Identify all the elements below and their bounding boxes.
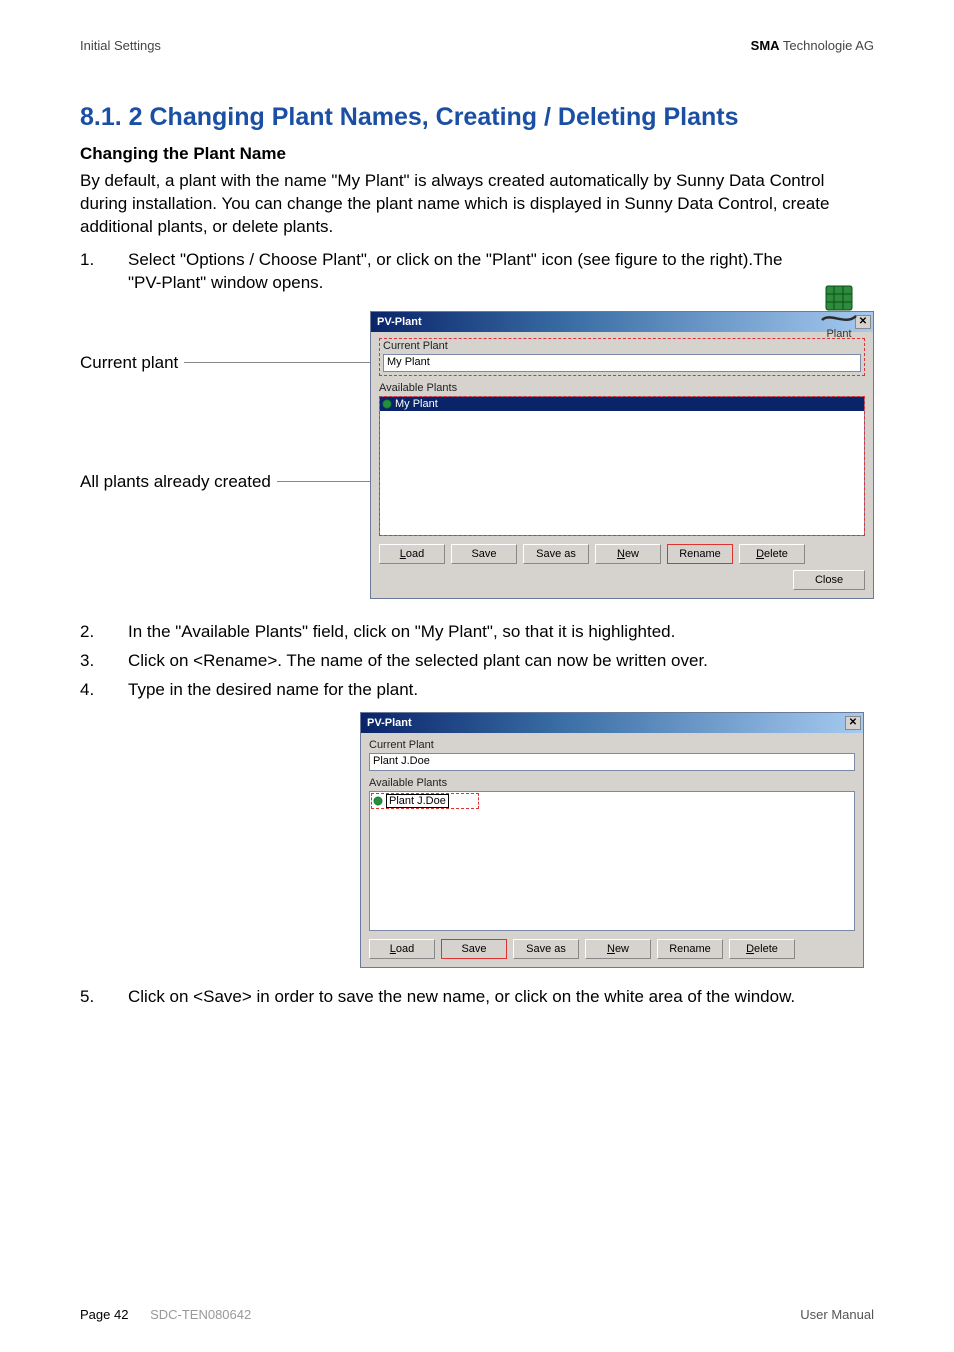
- plant-node-icon: [373, 796, 383, 806]
- win1-list-item-myplant[interactable]: My Plant: [380, 397, 864, 411]
- footer-page: Page 42: [80, 1307, 128, 1322]
- step-number-4: 4.: [80, 679, 128, 702]
- win2-load-button[interactable]: Load: [369, 939, 435, 959]
- win1-current-plant-label: Current Plant: [383, 340, 861, 352]
- step-number-1: 1.: [80, 249, 128, 295]
- step-4-text: Type in the desired name for the plant.: [128, 679, 874, 702]
- header-company: Technologie AG: [780, 38, 874, 53]
- win2-current-plant-field[interactable]: Plant J.Doe: [369, 753, 855, 771]
- win1-available-plants-list[interactable]: My Plant: [379, 396, 865, 536]
- win1-save-button[interactable]: Save: [451, 544, 517, 564]
- step-5-text: Click on <Save> in order to save the new…: [128, 986, 874, 1009]
- plant-toolbar-icon: Plant: [816, 282, 862, 340]
- win1-available-plants-label: Available Plants: [379, 382, 865, 394]
- step-1-text: Select "Options / Choose Plant", or clic…: [128, 249, 874, 295]
- win2-save-button[interactable]: Save: [441, 939, 507, 959]
- step-number-5: 5.: [80, 986, 128, 1009]
- step-2-text: In the "Available Plants" field, click o…: [128, 621, 874, 644]
- plant-icon: [816, 282, 862, 326]
- footer-left: Page 42 SDC-TEN080642: [80, 1307, 251, 1322]
- step-3-text: Click on <Rename>. The name of the selec…: [128, 650, 874, 673]
- intro-paragraph: By default, a plant with the name "My Pl…: [80, 170, 874, 239]
- header-left: Initial Settings: [80, 38, 161, 53]
- step-number-2: 2.: [80, 621, 128, 644]
- win1-new-button[interactable]: New: [595, 544, 661, 564]
- win2-list-item-editing[interactable]: Plant J.Doe: [371, 793, 479, 809]
- win1-rename-button[interactable]: Rename: [667, 544, 733, 564]
- section-subtitle: Changing the Plant Name: [80, 144, 874, 164]
- footer-right: User Manual: [800, 1307, 874, 1322]
- plant-node-icon: [382, 399, 392, 409]
- win2-saveas-button[interactable]: Save as: [513, 939, 579, 959]
- win1-list-item-label: My Plant: [395, 398, 438, 410]
- window2-title: PV-Plant: [367, 717, 412, 729]
- win2-available-plants-list[interactable]: Plant J.Doe: [369, 791, 855, 931]
- win1-saveas-button[interactable]: Save as: [523, 544, 589, 564]
- step-number-3: 3.: [80, 650, 128, 673]
- win2-current-plant-label: Current Plant: [369, 739, 855, 751]
- plant-icon-caption: Plant: [816, 328, 862, 340]
- header-right: SMA Technologie AG: [751, 38, 874, 53]
- win1-close-button[interactable]: Close: [793, 570, 865, 590]
- win1-load-button[interactable]: Load: [379, 544, 445, 564]
- win1-current-plant-field[interactable]: My Plant: [383, 354, 861, 372]
- callout-all-plants: All plants already created: [80, 471, 277, 493]
- win2-new-button[interactable]: New: [585, 939, 651, 959]
- win2-delete-button[interactable]: Delete: [729, 939, 795, 959]
- header-brand: SMA: [751, 38, 780, 53]
- pv-plant-window-1: PV-Plant ✕ Current Plant My Plant Availa…: [370, 311, 874, 599]
- win1-delete-button[interactable]: Delete: [739, 544, 805, 564]
- win2-rename-button[interactable]: Rename: [657, 939, 723, 959]
- win2-list-item-editbox[interactable]: Plant J.Doe: [386, 794, 449, 808]
- window1-title: PV-Plant: [377, 316, 422, 328]
- footer-code: SDC-TEN080642: [150, 1307, 251, 1322]
- section-title: 8.1. 2 Changing Plant Names, Creating / …: [80, 103, 874, 132]
- win2-available-plants-label: Available Plants: [369, 777, 855, 789]
- pv-plant-window-2: PV-Plant ✕ Current Plant Plant J.Doe Ava…: [360, 712, 864, 968]
- callout-current-plant: Current plant: [80, 353, 184, 373]
- window2-close-icon[interactable]: ✕: [845, 716, 861, 730]
